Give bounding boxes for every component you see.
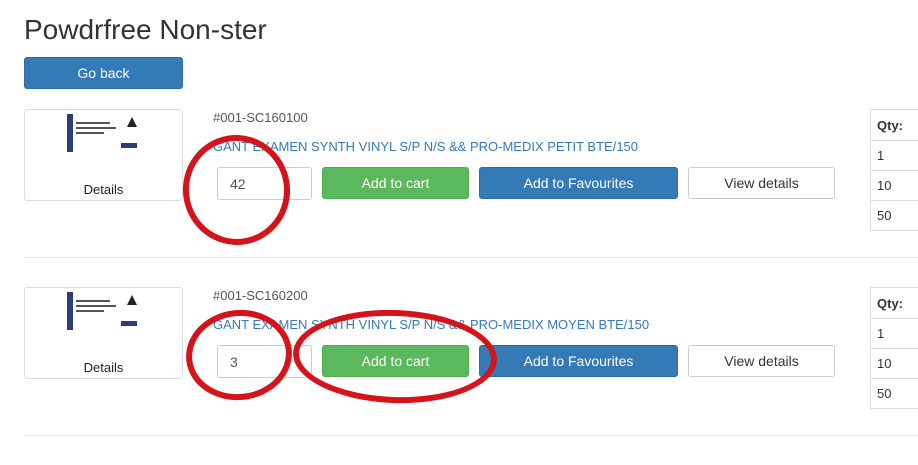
qty-header: Qty: — [871, 288, 918, 319]
add-to-cart-button[interactable]: Add to cart — [322, 167, 469, 199]
qty-cell: 10 — [871, 349, 918, 379]
details-link[interactable]: Details — [25, 182, 182, 197]
qty-cell: 1 — [871, 141, 918, 171]
product-image — [67, 292, 139, 330]
add-to-favourites-button[interactable]: Add to Favourites — [479, 345, 678, 377]
details-link[interactable]: Details — [25, 360, 182, 375]
add-to-cart-button[interactable]: Add to cart — [322, 345, 469, 377]
quantity-input[interactable] — [217, 167, 312, 200]
view-details-button[interactable]: View details — [688, 167, 835, 199]
view-details-button[interactable]: View details — [688, 345, 835, 377]
product-thumbnail[interactable]: Details — [24, 287, 183, 379]
qty-cell: 10 — [871, 171, 918, 201]
qty-cell: 50 — [871, 201, 918, 231]
quantity-price-table: Qty: 1 10 50 — [870, 287, 918, 409]
row-divider — [24, 435, 918, 436]
product-image — [67, 114, 139, 152]
qty-header: Qty: — [871, 110, 918, 141]
product-name-link[interactable]: GANT EXAMEN SYNTH VINYL S/P N/S && PRO-M… — [213, 139, 638, 154]
quantity-price-table: Qty: 1 10 50 — [870, 109, 918, 231]
row-divider — [24, 257, 918, 258]
product-row: Details #001-SC160100 GANT EXAMEN SYNTH … — [0, 109, 918, 287]
product-sku: #001-SC160100 — [213, 110, 308, 125]
add-to-favourites-button[interactable]: Add to Favourites — [479, 167, 678, 199]
go-back-button[interactable]: Go back — [24, 57, 183, 89]
qty-cell: 1 — [871, 319, 918, 349]
product-thumbnail[interactable]: Details — [24, 109, 183, 201]
product-sku: #001-SC160200 — [213, 288, 308, 303]
qty-cell: 50 — [871, 379, 918, 409]
product-name-link[interactable]: GANT EXAMEN SYNTH VINYL S/P N/S && PRO-M… — [213, 317, 649, 332]
product-row: Details #001-SC160200 GANT EXAMEN SYNTH … — [0, 287, 918, 465]
page-title: Powdrfree Non-ster — [24, 14, 267, 46]
quantity-input[interactable] — [217, 345, 312, 378]
